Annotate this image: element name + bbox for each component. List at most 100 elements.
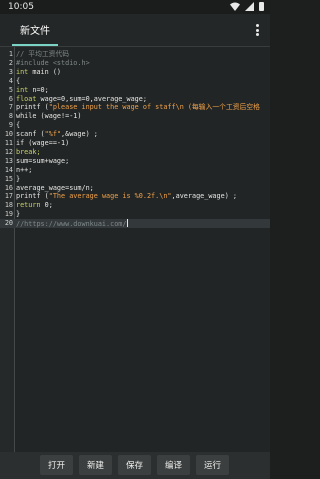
line-number: 10 <box>4 130 13 139</box>
code-token: int <box>16 85 29 94</box>
code-token: ,&wage) ; <box>61 130 98 139</box>
line-number: 4 <box>8 76 13 85</box>
code-token: { <box>16 76 21 85</box>
line-number: 2 <box>8 58 13 67</box>
code-token: int <box>16 67 29 76</box>
line-number: 20 <box>4 219 13 228</box>
line-code: { <box>16 77 270 86</box>
line-number: 7 <box>8 103 13 112</box>
line-code: // 平均工资代码 <box>16 50 270 59</box>
line-code: break; <box>16 148 270 157</box>
code-token: sum=sum+wage; <box>16 156 70 165</box>
line-code: scanf ("%f",&wage) ; <box>16 130 270 139</box>
save-button[interactable]: 保存 <box>118 455 151 475</box>
more-dot-icon <box>255 24 259 27</box>
line-code: #include <stdio.h> <box>16 59 270 68</box>
line-code: } <box>16 210 270 219</box>
code-line[interactable]: 14 n++; <box>0 166 270 175</box>
line-number: 1 <box>8 50 13 58</box>
line-number: 14 <box>4 165 13 174</box>
code-token: printf ( <box>16 103 49 112</box>
line-number: 3 <box>8 67 13 76</box>
code-token: return <box>16 201 41 210</box>
open-button[interactable]: 打开 <box>40 455 73 475</box>
line-number: 8 <box>8 112 13 121</box>
bottom-toolbar: 打开 新建 保存 编译 运行 <box>0 452 270 479</box>
code-token: ,average_wage) ; <box>171 192 237 201</box>
line-number: 15 <box>4 174 13 183</box>
tab-new-file[interactable]: 新文件 <box>12 14 58 46</box>
line-number: 12 <box>4 147 13 156</box>
status-time: 10:05 <box>8 2 34 12</box>
more-options-button[interactable] <box>250 22 264 38</box>
line-code: while (wage!=-1) <box>16 112 270 121</box>
line-code: //https://www.downkuai.com/ <box>16 219 270 228</box>
status-bar: 10:05 <box>0 0 270 14</box>
code-line[interactable]: 18 return 0; <box>0 201 270 210</box>
line-code: return 0; <box>16 201 270 210</box>
code-line[interactable]: 20//https://www.downkuai.com/ <box>0 219 270 228</box>
line-code: { <box>16 121 270 130</box>
code-token: printf ( <box>16 192 49 201</box>
code-line[interactable]: 19} <box>0 210 270 219</box>
code-line[interactable]: 15} <box>0 175 270 184</box>
code-token: #include <stdio.h> <box>16 58 90 67</box>
line-number: 16 <box>4 183 13 192</box>
code-token: "The average wage is %0.2f.\n" <box>48 192 172 201</box>
compile-button[interactable]: 编译 <box>157 455 190 475</box>
code-token: n++; <box>16 165 33 174</box>
code-token: main () <box>28 67 62 76</box>
line-code: n++; <box>16 166 270 175</box>
code-line[interactable]: 11 if (wage==-1) <box>0 139 270 148</box>
code-token: while (wage!=-1) <box>16 112 82 121</box>
text-cursor <box>126 219 128 228</box>
code-line[interactable]: 8 while (wage!=-1) <box>0 112 270 121</box>
line-number: 13 <box>4 156 13 165</box>
code-token: } <box>16 174 21 183</box>
more-dot-icon <box>255 33 259 36</box>
code-token: "%f" <box>44 130 62 139</box>
status-icons <box>230 2 264 11</box>
line-code: printf ("The average wage is %0.2f.\n",a… <box>16 192 270 201</box>
new-button[interactable]: 新建 <box>79 455 112 475</box>
code-line[interactable]: 4{ <box>0 77 270 86</box>
code-token: "please input the wage of staff\n (每输入一个… <box>48 103 260 112</box>
signal-icon <box>245 2 254 11</box>
line-number: 6 <box>8 94 13 103</box>
code-line[interactable]: 1// 平均工资代码 <box>0 50 270 59</box>
code-line[interactable]: 3 int main () <box>0 68 270 77</box>
wifi-icon <box>230 2 240 11</box>
code-token: average_wage=sum/n; <box>16 183 94 192</box>
code-line[interactable]: 12 break; <box>0 148 270 157</box>
code-line[interactable]: 6 float wage=0,sum=0,average_wage; <box>0 95 270 104</box>
line-code: int main () <box>16 68 270 77</box>
code-token: wage=0,sum=0,average_wage; <box>36 94 147 103</box>
code-line[interactable]: 9{ <box>0 121 270 130</box>
line-number: 5 <box>8 85 13 94</box>
code-editor[interactable]: 1// 平均工资代码 2 #include <stdio.h> 3 int main (… <box>0 47 270 452</box>
line-number: 17 <box>4 192 13 201</box>
code-token: if (wage==-1) <box>16 139 70 147</box>
code-line[interactable]: 7 printf ("please input the wage of staff… <box>0 103 270 112</box>
code-line[interactable]: 17 printf ("The average wage is %0.2f.\n"… <box>0 192 270 201</box>
line-code: float wage=0,sum=0,average_wage; <box>16 95 270 104</box>
line-code: average_wage=sum/n; <box>16 184 270 193</box>
code-token: scanf ( <box>16 130 45 139</box>
code-token: n=0; <box>28 85 49 94</box>
code-line[interactable]: 16 average_wage=sum/n; <box>0 184 270 193</box>
line-number: 9 <box>8 121 13 130</box>
line-code: sum=sum+wage; <box>16 157 270 166</box>
line-number: 11 <box>4 139 13 147</box>
line-code: if (wage==-1) <box>16 139 270 148</box>
more-dot-icon <box>255 28 259 32</box>
line-code: } <box>16 175 270 184</box>
code-line[interactable]: 13 sum=sum+wage; <box>0 157 270 166</box>
code-token: 0; <box>40 201 53 210</box>
code-line[interactable]: 5 int n=0; <box>0 86 270 95</box>
app-bar: 新文件 <box>0 14 270 47</box>
code-token: float <box>16 94 37 103</box>
code-token: break; <box>16 147 41 156</box>
code-line[interactable]: 2 #include <stdio.h> <box>0 59 270 68</box>
code-line[interactable]: 10 scanf ("%f",&wage) ; <box>0 130 270 139</box>
run-button[interactable]: 运行 <box>196 455 229 475</box>
